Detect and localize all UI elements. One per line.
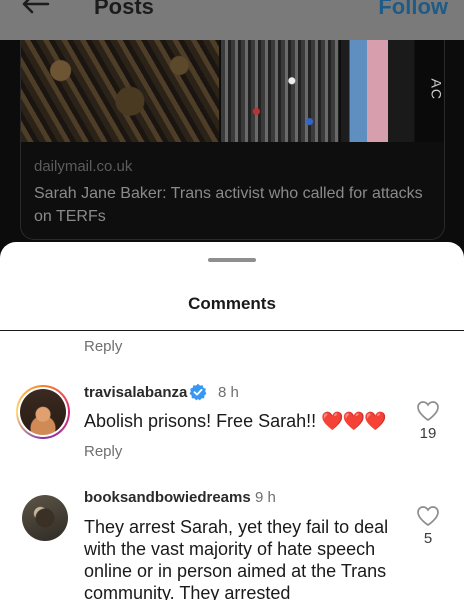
top-app-bar: Posts Follow (0, 0, 464, 40)
background-post: AC dailymail.co.uk Sarah Jane Baker: Tra… (0, 0, 464, 270)
preview-image-trans-flag: AC (341, 40, 444, 142)
preview-image-leopard-coat (21, 40, 219, 142)
comment-text: Abolish prisons! Free Sarah!! ❤️❤️❤️ (84, 410, 386, 432)
heart-outline-icon[interactable] (416, 505, 440, 527)
comment-username[interactable]: travisalabanza (84, 384, 187, 401)
link-source: dailymail.co.uk (34, 158, 133, 175)
link-preview-card: AC dailymail.co.uk Sarah Jane Baker: Tra… (20, 40, 445, 240)
comment-timestamp: 9 h (255, 489, 276, 506)
like-count: 19 (419, 425, 437, 442)
comment-username[interactable]: booksandbowiedreams (84, 489, 251, 506)
link-headline: Sarah Jane Baker: Trans activist who cal… (34, 185, 423, 225)
reply-button[interactable]: Reply (84, 443, 122, 460)
heart-outline-icon[interactable] (416, 400, 440, 422)
sign-text: AC (428, 78, 444, 100)
preview-image-crowd (221, 40, 339, 142)
back-arrow-icon[interactable] (18, 0, 54, 22)
comments-sheet: Comments Reply travisalabanza 8 h Abolis… (0, 242, 464, 600)
comments-title: Comments (188, 294, 276, 313)
comment-text-content: Abolish prisons! Free Sarah!! (84, 411, 317, 431)
sheet-drag-handle[interactable] (208, 258, 256, 262)
header-divider (0, 330, 464, 331)
comment-timestamp: 8 h (218, 384, 239, 401)
verified-badge-icon (189, 383, 207, 401)
follow-button[interactable]: Follow (378, 0, 448, 20)
story-ring[interactable] (16, 385, 70, 439)
page-title: Posts (94, 0, 154, 19)
heart-emoji: ❤️❤️❤️ (321, 411, 386, 431)
reply-button[interactable]: Reply (84, 338, 122, 355)
avatar[interactable] (20, 389, 66, 435)
avatar[interactable] (22, 495, 68, 541)
comment-text: They arrest Sarah, yet they fail to deal… (84, 517, 389, 600)
preview-image-strip: AC (21, 40, 444, 142)
like-count: 5 (423, 530, 433, 547)
